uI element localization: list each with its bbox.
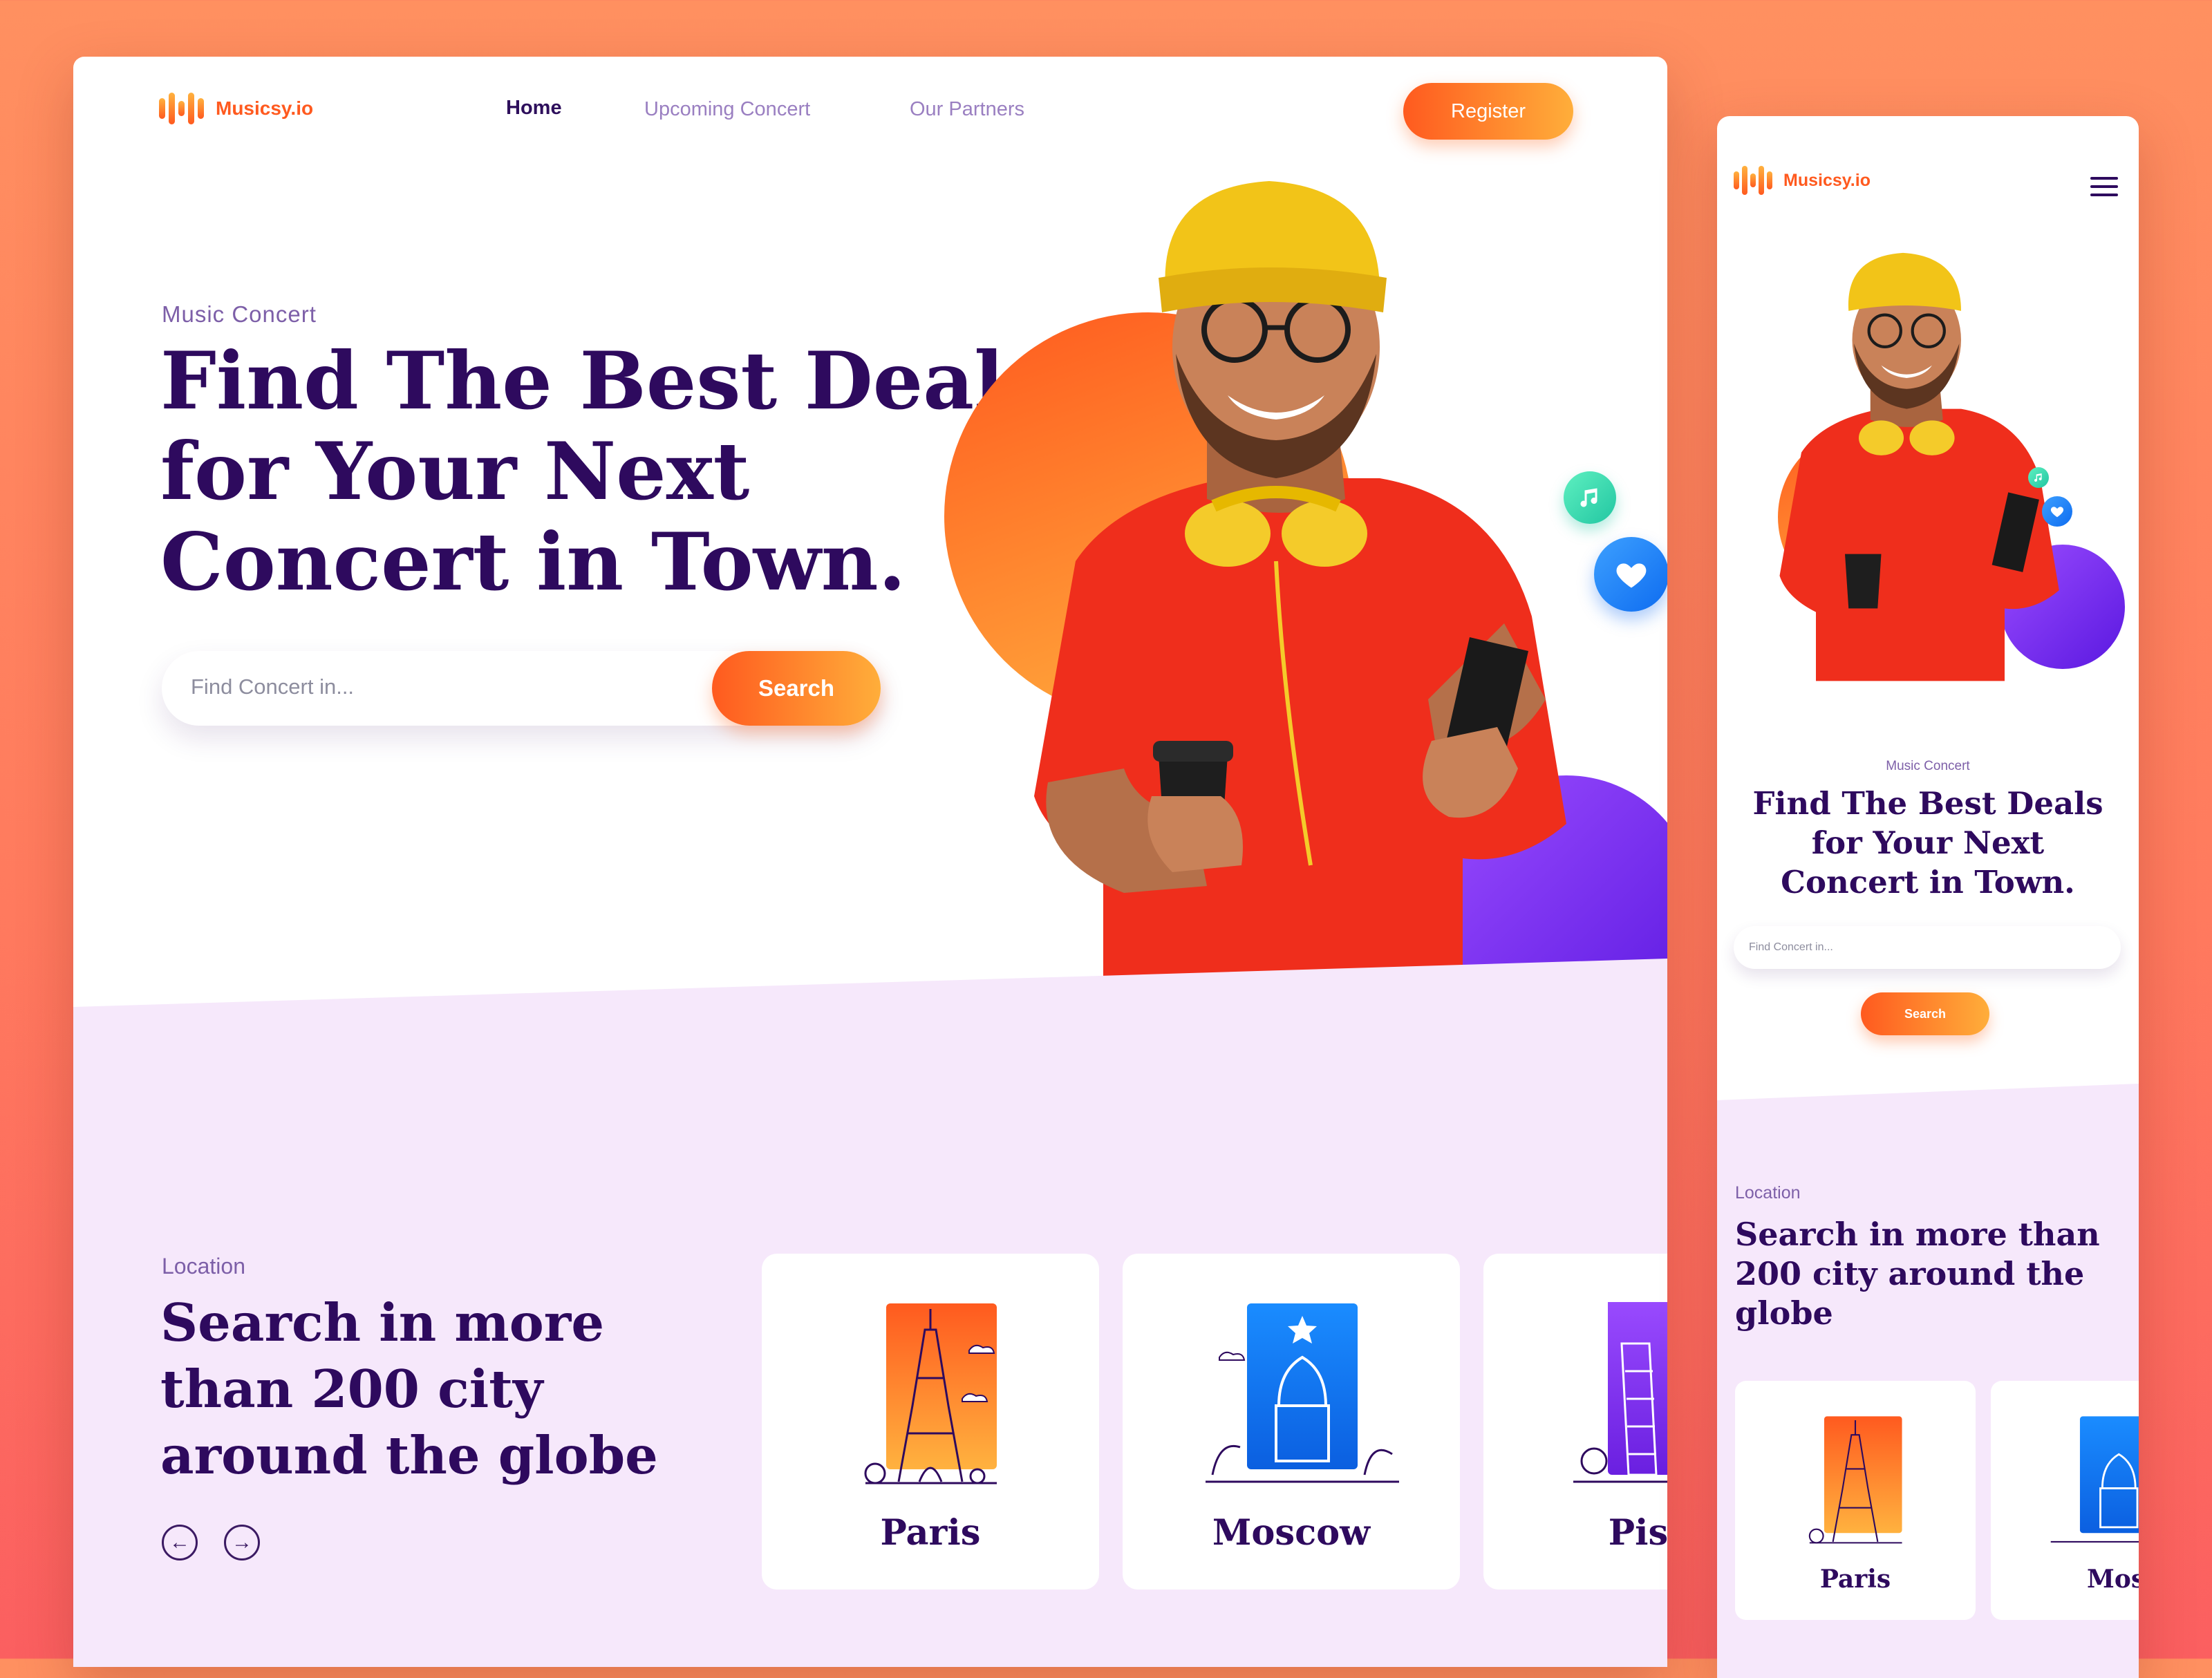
city-card-paris[interactable]: Paris xyxy=(762,1254,1099,1590)
location-headline: Search in more than 200 city around the … xyxy=(160,1292,658,1486)
heart-icon xyxy=(1594,537,1667,612)
search-button-mobile[interactable]: Search xyxy=(1861,992,1989,1035)
man-with-headphones-photo xyxy=(1034,181,1566,997)
nav-upcoming-concert[interactable]: Upcoming Concert xyxy=(644,98,810,121)
concert-search-bar: Find Concert in... Search xyxy=(162,651,881,726)
brand-name-mobile: Musicsy.io xyxy=(1783,170,1871,190)
sound-wave-icon xyxy=(1734,166,1775,195)
headline-line: Find The Best Deals xyxy=(1752,785,2103,822)
leaning-tower-icon xyxy=(1573,1302,1667,1483)
brand-logo-mobile[interactable]: Musicsy.io xyxy=(1734,166,1871,195)
desktop-mockup: Musicsy.io Home Upcoming Concert Our Par… xyxy=(73,57,1667,1667)
kremlin-icon xyxy=(2050,1416,2139,1543)
hero-headline-mobile: Find The Best Deals for Your Next Concer… xyxy=(1717,784,2139,902)
mobile-mockup: Musicsy.io Music Concert Find The Best D… xyxy=(1717,116,2139,1678)
hamburger-menu-icon[interactable] xyxy=(2090,177,2118,198)
hero-illustration xyxy=(944,174,1667,1038)
nav-home[interactable]: Home xyxy=(506,97,562,120)
location-eyebrow: Location xyxy=(162,1254,245,1279)
headline-line: for Your Next xyxy=(1811,824,2045,861)
city-name-moscow-mobile: Mosco xyxy=(2086,1565,2139,1594)
search-input-mobile[interactable]: Find Concert in... xyxy=(1749,941,1833,954)
kremlin-icon xyxy=(1206,1303,1399,1483)
city-card-moscow-mobile[interactable]: Mosco xyxy=(1991,1381,2139,1620)
hero-eyebrow: Music Concert xyxy=(162,301,317,327)
city-name-paris-mobile: Paris xyxy=(1819,1565,1891,1594)
nav-our-partners[interactable]: Our Partners xyxy=(910,98,1024,121)
city-name-moscow: Moscow xyxy=(1212,1512,1371,1554)
arrow-left-icon[interactable]: ← xyxy=(162,1525,198,1561)
city-name-pisa: Pis xyxy=(1608,1512,1667,1554)
sound-wave-icon xyxy=(159,93,207,124)
city-card-paris-mobile[interactable]: Paris xyxy=(1735,1381,1976,1620)
headline-line: Concert in Town. xyxy=(1781,864,2075,901)
heart-icon xyxy=(2042,496,2072,527)
location-headline-mobile: Search in more than 200 city around the … xyxy=(1735,1216,2100,1332)
arrow-right-icon[interactable]: → xyxy=(224,1525,260,1561)
register-button[interactable]: Register xyxy=(1403,83,1573,140)
concert-search-bar-mobile: Find Concert in... xyxy=(1734,926,2121,969)
man-with-headphones-photo xyxy=(1779,252,2059,681)
music-note-icon xyxy=(1564,471,1616,524)
hero-headline: Find The Best Deals for Your Next Concer… xyxy=(160,334,1049,608)
eiffel-tower-icon xyxy=(1808,1416,1902,1544)
search-button[interactable]: Search xyxy=(712,651,881,726)
search-input[interactable]: Find Concert in... xyxy=(191,675,354,699)
hero-eyebrow-mobile: Music Concert xyxy=(1886,759,1970,773)
hero-illustration-mobile xyxy=(1772,227,2125,710)
eiffel-tower-icon xyxy=(864,1303,997,1484)
brand-name: Musicsy.io xyxy=(216,97,314,119)
city-name-paris: Paris xyxy=(880,1512,981,1554)
city-card-pisa[interactable]: Pis xyxy=(1483,1254,1667,1590)
music-note-icon xyxy=(2028,467,2049,488)
location-eyebrow-mobile: Location xyxy=(1735,1183,1801,1203)
brand-logo[interactable]: Musicsy.io xyxy=(159,93,313,124)
city-card-moscow[interactable]: Moscow xyxy=(1123,1254,1460,1590)
